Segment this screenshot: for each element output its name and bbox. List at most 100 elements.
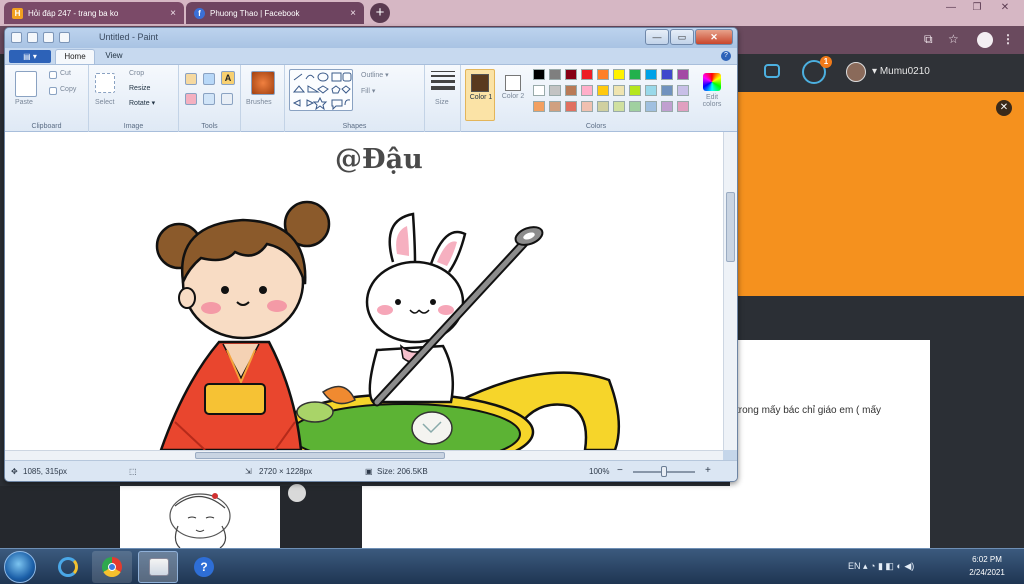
zoom-slider-handle[interactable]	[661, 466, 667, 477]
palette-swatch[interactable]	[629, 101, 641, 112]
taskbar-ie[interactable]	[48, 551, 88, 583]
palette-swatch[interactable]	[661, 101, 673, 112]
browser-restore-button[interactable]: ❐	[966, 2, 988, 16]
browser-minimize-button[interactable]: —	[940, 2, 962, 16]
eraser-icon[interactable]	[185, 93, 197, 105]
shape-fill-button[interactable]: Fill ▾	[361, 87, 375, 95]
taskbar-chrome[interactable]	[92, 551, 132, 583]
translate-icon[interactable]: ⧉	[924, 32, 933, 47]
shape-outline-button[interactable]: Outline ▾	[361, 71, 389, 79]
size-button[interactable]: Size	[435, 99, 449, 106]
cut-button[interactable]: Cut	[60, 70, 71, 77]
chat-icon[interactable]	[764, 64, 780, 78]
quick-undo-icon[interactable]	[43, 32, 54, 43]
browser-tab-facebook[interactable]: f Phuong Thao | Facebook ×	[186, 2, 364, 24]
browser-menu-icon[interactable]: ⋮	[1002, 32, 1014, 46]
tab-close-icon[interactable]: ×	[350, 8, 356, 19]
palette-swatch[interactable]	[661, 85, 673, 96]
palette-swatch[interactable]	[597, 85, 609, 96]
zoom-in-button[interactable]: +	[705, 465, 711, 476]
fill-bucket-icon[interactable]	[203, 73, 215, 85]
pencil-icon[interactable]	[185, 73, 197, 85]
text-tool-icon[interactable]: A	[221, 71, 235, 85]
line-size-icon[interactable]	[431, 71, 455, 90]
paste-button[interactable]: Paste	[15, 99, 33, 106]
shapes-gallery[interactable]	[289, 69, 353, 111]
vertical-scroll-thumb[interactable]	[726, 192, 735, 262]
palette-swatch[interactable]	[565, 69, 577, 80]
color1-selector[interactable]: Color 1	[465, 69, 495, 121]
select-icon[interactable]	[95, 73, 115, 93]
file-menu-button[interactable]: ▤ ▾	[9, 50, 51, 63]
palette-swatch[interactable]	[549, 101, 561, 112]
palette-swatch[interactable]	[677, 101, 689, 112]
question-text: trong mấy bác chỉ giáo em ( mấy	[736, 405, 882, 416]
color-picker-icon[interactable]	[203, 93, 215, 105]
canvas-vertical-scrollbar[interactable]	[723, 132, 737, 450]
rotate-button[interactable]: Rotate ▾	[129, 99, 155, 107]
system-tray-icons[interactable]: EN ▴ ◔ ▮ ◧ ◐ ◀)	[848, 561, 914, 572]
crop-button[interactable]: Crop	[129, 70, 144, 77]
palette-swatch[interactable]	[549, 69, 561, 80]
palette-swatch[interactable]	[645, 69, 657, 80]
color2-selector[interactable]: Color 2	[499, 69, 527, 121]
profile-avatar-icon[interactable]	[977, 32, 993, 48]
quick-save-icon[interactable]	[27, 32, 38, 43]
paste-icon[interactable]	[15, 71, 37, 97]
palette-swatch[interactable]	[549, 85, 561, 96]
taskbar-paint[interactable]	[138, 551, 178, 583]
banner-close-icon[interactable]: ✕	[996, 100, 1012, 116]
palette-swatch[interactable]	[597, 69, 609, 80]
taskbar-help[interactable]: ?	[184, 551, 224, 583]
copy-button[interactable]: Copy	[60, 86, 76, 93]
zoom-out-button[interactable]: −	[617, 465, 623, 476]
palette-swatch[interactable]	[533, 101, 545, 112]
palette-swatch[interactable]	[597, 101, 609, 112]
paint-minimize-button[interactable]: —	[645, 29, 669, 45]
palette-swatch[interactable]	[581, 85, 593, 96]
magnifier-icon[interactable]	[221, 93, 233, 105]
horizontal-scroll-thumb[interactable]	[195, 452, 445, 459]
palette-swatch[interactable]	[613, 69, 625, 80]
canvas-horizontal-scrollbar[interactable]	[5, 450, 723, 460]
palette-swatch[interactable]	[613, 101, 625, 112]
browser-tab-hoidap[interactable]: H Hỏi đáp 247 - trang ba ko ×	[4, 2, 184, 24]
resize-button[interactable]: Resize	[129, 85, 150, 92]
cursor-icon: ✥	[11, 467, 18, 476]
palette-swatch[interactable]	[581, 69, 593, 80]
palette-swatch[interactable]	[533, 69, 545, 80]
palette-swatch[interactable]	[565, 101, 577, 112]
new-tab-button[interactable]: +	[370, 3, 390, 23]
palette-swatch[interactable]	[613, 85, 625, 96]
browser-close-button[interactable]: ✕	[994, 2, 1016, 16]
tab-home[interactable]: Home	[55, 49, 95, 64]
username-menu[interactable]: ▾ Mumu0210	[872, 66, 930, 77]
tab-view[interactable]: View	[99, 49, 129, 64]
tab-close-icon[interactable]: ×	[170, 8, 176, 19]
palette-swatch[interactable]	[661, 69, 673, 80]
paint-maximize-button[interactable]: ▭	[670, 29, 694, 45]
start-button[interactable]	[4, 551, 36, 583]
thumbnail-play-icon[interactable]	[288, 484, 306, 502]
paint-close-button[interactable]: ✕	[695, 29, 733, 45]
user-avatar[interactable]	[846, 62, 866, 82]
select-button[interactable]: Select	[95, 99, 114, 106]
palette-swatch[interactable]	[533, 85, 545, 96]
palette-swatch[interactable]	[645, 85, 657, 96]
edit-colors-button[interactable]: Edit colors	[697, 69, 727, 121]
taskbar-clock[interactable]: 6:02 PM 2/24/2021	[962, 553, 1012, 579]
palette-swatch[interactable]	[677, 85, 689, 96]
palette-swatch[interactable]	[629, 85, 641, 96]
palette-swatch[interactable]	[677, 69, 689, 80]
palette-swatch[interactable]	[645, 101, 657, 112]
brush-icon[interactable]	[251, 71, 275, 95]
help-icon[interactable]: ?	[721, 51, 731, 61]
palette-swatch[interactable]	[629, 69, 641, 80]
paint-canvas[interactable]: @Đậu	[5, 132, 723, 450]
palette-swatch[interactable]	[581, 101, 593, 112]
palette-swatch[interactable]	[565, 85, 577, 96]
thumbnail-card[interactable]	[120, 486, 280, 549]
quick-redo-icon[interactable]	[59, 32, 70, 43]
bookmark-star-icon[interactable]: ☆	[948, 32, 959, 46]
brushes-button[interactable]: Brushes	[246, 99, 272, 106]
